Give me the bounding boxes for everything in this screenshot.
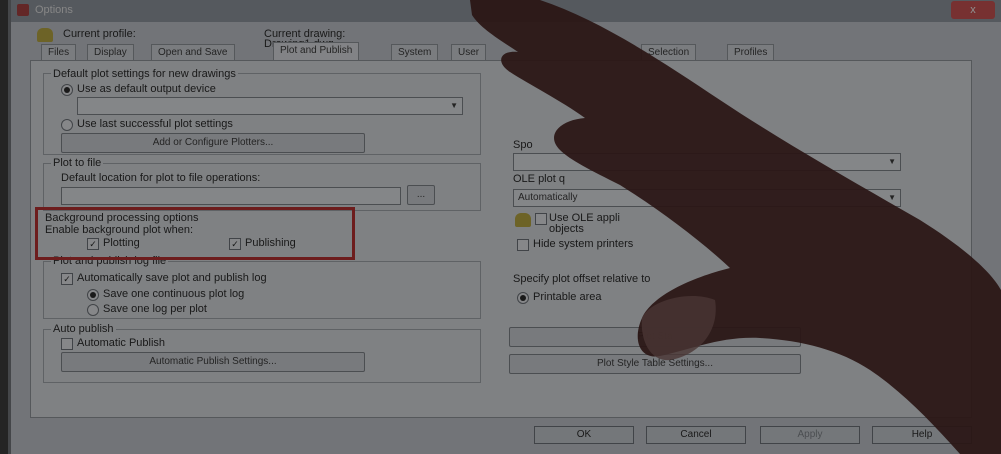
current-profile-label: Current profile:	[63, 28, 136, 40]
tab-open-save[interactable]: Open and Save	[151, 44, 235, 60]
auto-publish-settings-button[interactable]: Automatic Publish Settings...	[61, 352, 365, 372]
tab-system[interactable]: System	[391, 44, 439, 60]
one-continuous-log-label: Save one continuous plot log	[103, 288, 245, 300]
tab-strip: Files Display Open and Save Plot and Pub…	[41, 42, 971, 61]
tab-profiles[interactable]: Profiles	[727, 44, 775, 60]
background-processing-highlight	[35, 207, 355, 260]
auto-save-log-checkbox[interactable]: ✓	[61, 273, 73, 285]
hide-system-printers-label: Hide system printers	[533, 238, 634, 250]
auto-save-log-label: Automatically save plot and publish log	[77, 272, 267, 284]
profile-icon	[37, 28, 53, 42]
one-continuous-log-radio[interactable]	[87, 289, 99, 301]
spool-select[interactable]: ▼	[513, 153, 901, 171]
close-button[interactable]: x	[951, 1, 995, 19]
ole-plot-label: OLE plot q	[513, 173, 565, 185]
default-location-label: Default location for plot to file operat…	[61, 172, 261, 184]
printable-area-label: Printable area	[533, 291, 602, 303]
tab-selection[interactable]: Selection	[641, 44, 697, 60]
automatic-publish-label: Automatic Publish	[77, 337, 166, 349]
use-ole-checkbox[interactable]	[535, 213, 547, 225]
automatic-publish-checkbox[interactable]	[61, 338, 73, 350]
use-ole-label-2: objects	[549, 223, 584, 235]
plot-stamp-settings-button[interactable]: Plot Sta	[509, 327, 801, 347]
hide-system-printers-checkbox[interactable]	[517, 239, 529, 251]
app-icon	[17, 4, 29, 16]
use-default-device-label: Use as default output device	[77, 83, 216, 95]
printable-area-radio[interactable]	[517, 292, 529, 304]
plot-file-location-field[interactable]	[61, 187, 401, 205]
plot-to-file-group-label: Plot to file	[51, 157, 104, 169]
one-log-per-plot-label: Save one log per plot	[103, 303, 207, 315]
use-default-device-radio[interactable]	[61, 84, 73, 96]
chevron-down-icon: ▼	[450, 101, 458, 110]
output-device-select[interactable]: ▼	[77, 97, 463, 115]
use-last-successful-label: Use last successful plot settings	[77, 118, 233, 130]
use-last-successful-radio[interactable]	[61, 119, 73, 131]
plot-style-table-settings-button[interactable]: Plot Style Table Settings...	[509, 354, 801, 374]
plot-offset-label: Specify plot offset relative to	[513, 273, 651, 285]
tab-user[interactable]: User	[451, 44, 487, 60]
one-log-per-plot-radio[interactable]	[87, 304, 99, 316]
chevron-down-icon: ▼	[888, 193, 896, 202]
tab-files[interactable]: Files	[41, 44, 77, 60]
cancel-button[interactable]: Cancel	[646, 426, 746, 444]
tab-display[interactable]: Display	[87, 44, 134, 60]
ole-app-icon	[515, 213, 531, 227]
help-button[interactable]: Help	[872, 426, 972, 444]
title-bar: Options x	[11, 0, 1001, 22]
window-title: Options	[35, 4, 73, 16]
auto-publish-group-label: Auto publish	[51, 323, 116, 335]
chevron-down-icon: ▼	[888, 157, 896, 166]
profile-bar: Current profile: Current drawing: Drawin…	[19, 24, 993, 50]
apply-button[interactable]: Apply	[760, 426, 860, 444]
ole-plot-select[interactable]: Automatically ▼	[513, 189, 901, 207]
ok-button[interactable]: OK	[534, 426, 634, 444]
browse-button[interactable]: ...	[407, 185, 435, 205]
add-configure-plotters-button[interactable]: Add or Configure Plotters...	[61, 133, 365, 153]
tab-plot-publish[interactable]: Plot and Publish	[273, 42, 360, 61]
spool-label: Spo	[513, 139, 533, 151]
default-plot-group-label: Default plot settings for new drawings	[51, 68, 238, 80]
